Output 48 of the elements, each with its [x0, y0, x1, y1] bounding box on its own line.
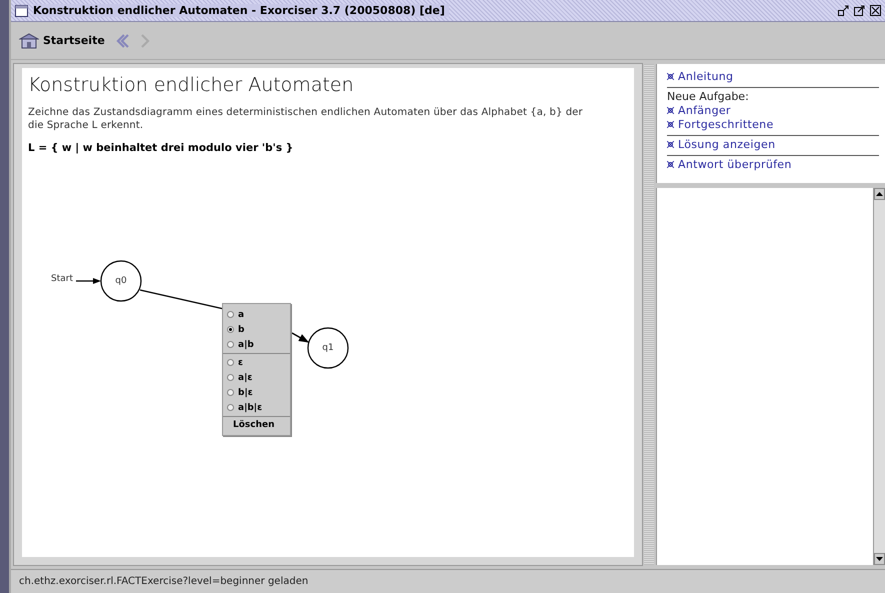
bullet-icon — [667, 121, 674, 128]
bullet-icon — [667, 73, 674, 80]
state-label: q1 — [322, 343, 334, 353]
radio-button[interactable] — [227, 374, 234, 381]
back-icon — [114, 34, 131, 48]
maximize-icon[interactable] — [854, 5, 865, 16]
state-circle — [307, 327, 349, 369]
radio-button[interactable] — [227, 326, 234, 333]
radio-button[interactable] — [227, 359, 234, 366]
home-button[interactable]: Startseite — [17, 30, 107, 50]
bullet-icon — [667, 107, 674, 114]
sidebar-link[interactable]: Antwort überprüfen — [667, 158, 879, 172]
sidebar-link[interactable]: Fortgeschrittene — [667, 118, 879, 132]
radio-button[interactable] — [227, 341, 234, 348]
radio-button[interactable] — [227, 404, 234, 411]
section-label: Neue Aufgabe: — [667, 90, 750, 104]
bullet-icon — [667, 161, 674, 168]
menu-option[interactable]: b — [223, 322, 290, 337]
menu-option[interactable]: a|b|ε — [223, 400, 290, 415]
window-title: Konstruktion endlicher Automaten - Exorciser 3.7 (20050808) [de] — [33, 4, 449, 17]
status-text: ch.ethz.exorciser.rl.FACTExercise?level=beginner geladen — [11, 569, 885, 593]
bullet-icon — [667, 141, 674, 148]
sidebar-link[interactable]: Lösung anzeigen — [667, 138, 879, 152]
start-label: Start — [51, 274, 73, 284]
house-icon — [19, 32, 39, 48]
transition-arrow — [292, 332, 310, 343]
menu-option[interactable]: a|b — [223, 337, 290, 352]
menu-option[interactable]: b|ε — [223, 385, 290, 400]
back-button[interactable] — [114, 34, 131, 48]
state-label: q0 — [115, 276, 127, 286]
sidebar-link[interactable]: Anleitung — [667, 70, 879, 84]
window-icon — [15, 4, 28, 16]
menu-option[interactable]: a — [223, 307, 290, 322]
language-definition: L = { w | w beinhaltet drei modulo vier 'b's } — [28, 142, 294, 154]
scrollbar[interactable] — [873, 188, 885, 565]
exercise-description: Zeichne das Zustandsdiagramm eines deterministischen endlichen Automaten über das Alphabet {a, b} der die Sprache L erkennt. — [28, 106, 584, 132]
close-icon[interactable] — [870, 5, 881, 16]
radio-button[interactable] — [227, 389, 234, 396]
delete-menu-item[interactable]: Löschen — [223, 417, 285, 433]
sidebar-link[interactable]: Anfänger — [667, 104, 879, 118]
minimize-icon[interactable] — [838, 5, 849, 16]
menu-option[interactable]: ε — [223, 355, 290, 370]
state-circle — [100, 260, 142, 302]
radio-button[interactable] — [227, 311, 234, 318]
exercise-title: Konstruktion endlicher Automaten — [28, 74, 355, 96]
menu-option[interactable]: a|ε — [223, 370, 290, 385]
scroll-down-icon[interactable] — [874, 553, 885, 565]
scroll-up-icon[interactable] — [874, 188, 885, 200]
